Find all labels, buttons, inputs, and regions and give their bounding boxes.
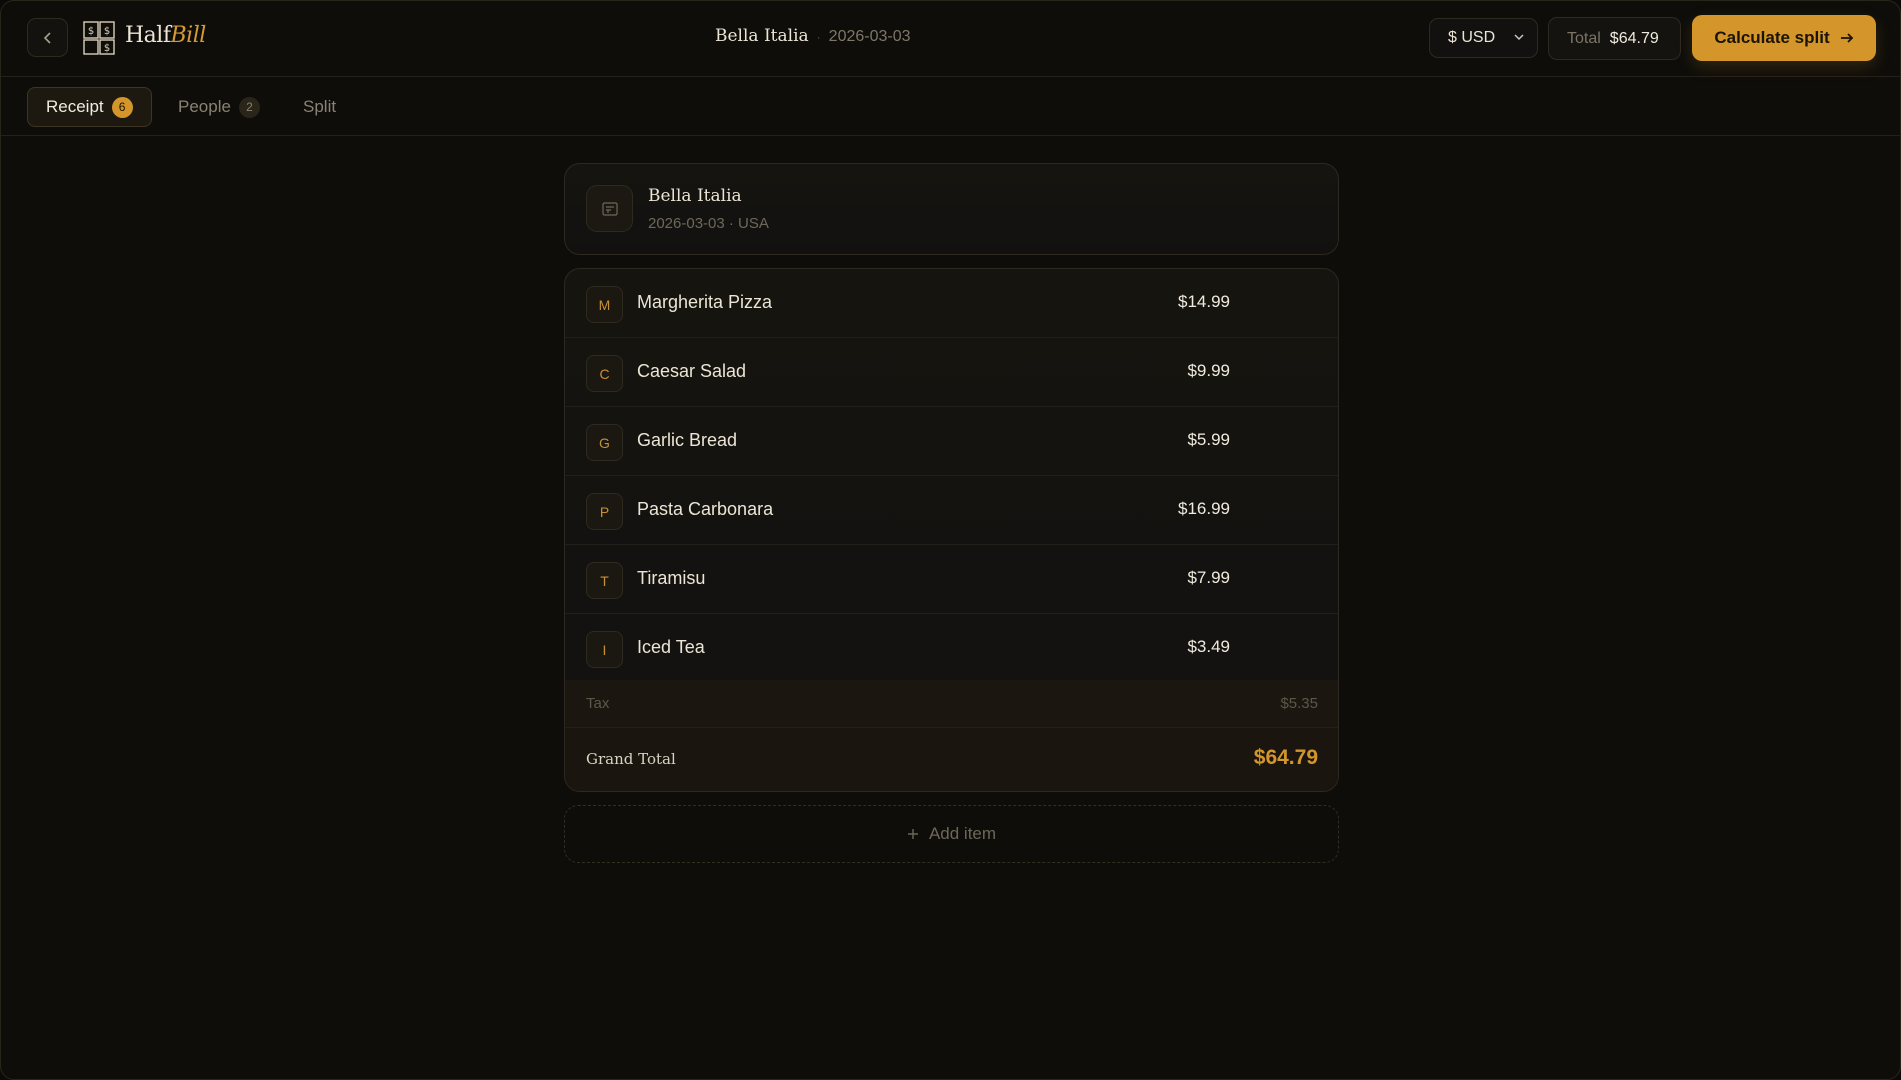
grand-total-label: Grand Total (586, 750, 676, 768)
back-button[interactable] (27, 18, 68, 57)
item-price: $9.99 (1187, 361, 1230, 380)
item-initial: C (586, 355, 623, 392)
item-name: Iced Tea (637, 637, 705, 657)
title-separator: · (816, 30, 821, 44)
currency-select[interactable]: $ USD (1429, 18, 1538, 58)
total-value: $64.79 (1609, 29, 1659, 47)
app-window: $ $ $ HalfBill Bella Italia · 2026-03-03… (0, 0, 1901, 1080)
logo-wordmark: HalfBill (125, 23, 206, 48)
item-price: $5.99 (1187, 430, 1230, 449)
tab-people[interactable]: People 2 (160, 87, 278, 127)
header-title-group: Bella Italia · 2026-03-03 (715, 26, 911, 46)
list-item[interactable]: T Tiramisu $7.99 (565, 545, 1338, 614)
restaurant-name: Bella Italia (648, 186, 742, 206)
calculate-split-label: Calculate split (1714, 28, 1830, 47)
tax-value: $5.35 (1280, 695, 1318, 712)
item-name: Caesar Salad (637, 361, 747, 381)
add-item-button[interactable]: Add item (564, 805, 1339, 863)
item-price: $14.99 (1178, 292, 1230, 311)
tab-people-badge: 2 (238, 96, 260, 118)
item-initial: P (586, 493, 623, 530)
arrow-right-icon (1840, 33, 1853, 43)
item-price: $16.99 (1178, 499, 1230, 518)
svg-text:$: $ (104, 26, 110, 37)
item-initial: M (586, 286, 623, 323)
tax-label: Tax (586, 695, 610, 712)
tab-receipt[interactable]: Receipt 6 (27, 87, 152, 127)
grand-total-row: Grand Total $64.79 (565, 728, 1338, 791)
items-card: M Margherita Pizza $14.99 C Caesar Salad… (564, 268, 1339, 792)
list-item[interactable]: G Garlic Bread $5.99 (565, 407, 1338, 476)
tab-split-label: Split (303, 97, 337, 116)
logo-icon: $ $ $ (83, 21, 115, 55)
list-item[interactable]: P Pasta Carbonara $16.99 (565, 476, 1338, 545)
logo-accent: Bill (170, 23, 206, 48)
calculate-split-button[interactable]: Calculate split (1692, 15, 1876, 61)
item-name: Margherita Pizza (637, 292, 773, 312)
chevron-down-icon (1514, 34, 1524, 41)
item-name: Pasta Carbonara (637, 499, 774, 519)
add-item-label: Add item (928, 824, 997, 843)
tab-split[interactable]: Split (285, 87, 354, 127)
logo-main: Half (125, 23, 171, 48)
currency-value: $ USD (1448, 29, 1496, 46)
item-price: $3.49 (1187, 637, 1230, 656)
svg-text:$: $ (104, 43, 110, 54)
item-initial: T (586, 562, 623, 599)
total-display: Total $64.79 (1548, 17, 1681, 60)
page-date: 2026-03-03 (828, 28, 911, 45)
tab-people-label: People (178, 97, 231, 116)
list-item[interactable]: M Margherita Pizza $14.99 (565, 269, 1338, 338)
plus-icon (907, 829, 918, 839)
tab-receipt-label: Receipt (46, 97, 104, 116)
restaurant-meta: 2026-03-03 · USA (648, 215, 769, 232)
tab-receipt-badge: 6 (111, 96, 133, 118)
header: $ $ $ HalfBill Bella Italia · 2026-03-03… (1, 1, 1900, 77)
total-label: Total (1567, 29, 1601, 47)
item-price: $7.99 (1187, 568, 1230, 587)
list-item[interactable]: I Iced Tea $3.49 (565, 614, 1338, 683)
restaurant-card: Bella Italia 2026-03-03 · USA (564, 163, 1339, 255)
item-name: Garlic Bread (637, 430, 738, 450)
tab-bar: Receipt 6 People 2 Split (1, 77, 1900, 136)
receipt-icon (586, 185, 633, 232)
item-name: Tiramisu (637, 568, 706, 588)
chevron-left-icon (43, 31, 51, 44)
page-title: Bella Italia (715, 26, 809, 46)
item-initial: I (586, 631, 623, 668)
tax-row: Tax $5.35 (565, 680, 1338, 728)
svg-text:$: $ (88, 26, 94, 37)
list-item[interactable]: C Caesar Salad $9.99 (565, 338, 1338, 407)
item-initial: G (586, 424, 623, 461)
grand-total-value: $64.79 (1253, 746, 1318, 769)
